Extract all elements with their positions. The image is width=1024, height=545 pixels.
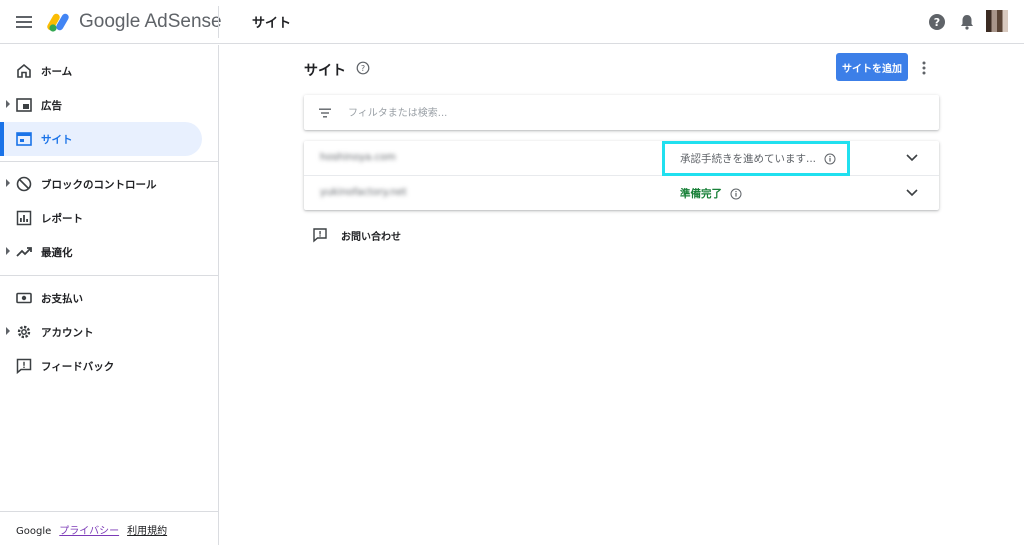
info-icon[interactable] xyxy=(730,188,742,200)
sidebar-item-block-controls[interactable]: ブロックのコントロール xyxy=(0,167,202,201)
status-text: 承認手続きを進めています... xyxy=(680,153,817,165)
gear-icon xyxy=(17,325,31,339)
sidebar-divider xyxy=(0,511,218,512)
site-domain: hoshinoya.com xyxy=(320,152,396,163)
notifications-bell-icon[interactable] xyxy=(958,13,976,31)
sidebar-item-sites[interactable]: サイト xyxy=(0,122,202,156)
page-title: サイト xyxy=(304,63,346,79)
trending-up-icon xyxy=(16,247,32,257)
sidebar-divider xyxy=(0,275,218,276)
site-row[interactable]: hoshinoya.com 承認手続きを進めています... xyxy=(304,141,939,175)
sidebar-item-label: サイト xyxy=(41,134,73,146)
ads-icon xyxy=(16,98,32,112)
sidebar-item-label: ブロックのコントロール xyxy=(41,179,157,191)
sidebar-item-home[interactable]: ホーム xyxy=(0,54,202,88)
header-page-title: サイト xyxy=(252,16,292,31)
site-list: hoshinoya.com 承認手続きを進めています... yukinofact… xyxy=(304,141,939,210)
sidebar-item-label: 最適化 xyxy=(41,247,73,259)
sidebar-item-label: レポート xyxy=(41,213,83,225)
site-domain: yukinofactory.net xyxy=(320,187,407,198)
top-app-bar: Google AdSense サイト ? xyxy=(0,0,1024,44)
expand-caret-icon[interactable] xyxy=(6,179,10,187)
sidebar-item-label: ホーム xyxy=(41,66,73,78)
filter-icon[interactable] xyxy=(317,105,333,121)
block-icon xyxy=(16,176,32,192)
header-divider xyxy=(218,6,219,38)
sidebar-divider xyxy=(0,161,218,162)
filter-bar xyxy=(304,95,939,130)
add-site-button[interactable]: サイトを追加 xyxy=(836,53,908,81)
sidebar-item-label: アカウント xyxy=(41,327,94,339)
privacy-link[interactable]: プライバシー xyxy=(59,526,119,537)
contact-label: お問い合わせ xyxy=(341,231,401,243)
site-row[interactable]: yukinofactory.net 準備完了 xyxy=(304,175,939,209)
sidebar-item-feedback[interactable]: フィードバック xyxy=(0,349,202,383)
home-icon xyxy=(17,63,31,78)
site-status: 準備完了 xyxy=(680,186,742,201)
terms-link[interactable]: 利用規約 xyxy=(127,526,167,537)
brand-name: Google AdSense xyxy=(79,11,222,32)
footer-google: Google xyxy=(16,526,52,537)
sites-icon xyxy=(16,132,32,146)
feedback-icon xyxy=(16,358,32,375)
payments-icon xyxy=(16,292,32,304)
contact-us-link[interactable]: お問い合わせ xyxy=(312,227,401,243)
account-avatar[interactable] xyxy=(986,10,1008,32)
sidebar-item-reports[interactable]: レポート xyxy=(0,201,202,235)
svg-text:?: ? xyxy=(934,16,940,29)
sidebar-item-payments[interactable]: お支払い xyxy=(0,281,202,315)
expand-caret-icon[interactable] xyxy=(6,327,10,335)
chevron-down-icon[interactable] xyxy=(904,151,920,165)
expand-caret-icon[interactable] xyxy=(6,247,10,255)
chevron-down-icon[interactable] xyxy=(904,186,920,200)
adsense-logo-icon xyxy=(47,13,69,32)
reports-icon xyxy=(16,210,32,226)
sidebar-item-label: お支払い xyxy=(41,293,83,305)
help-outline-icon[interactable]: ? xyxy=(356,61,370,75)
sidebar-item-optimization[interactable]: 最適化 xyxy=(0,235,202,269)
sidebar-item-label: 広告 xyxy=(41,100,62,112)
feedback-icon xyxy=(313,228,327,243)
sidebar-nav: ホーム 広告 サイト ブロックのコントロール レポート 最適化 お支払い アカウ… xyxy=(0,45,219,545)
sidebar-footer: Google プライバシー 利用規約 xyxy=(16,522,175,537)
menu-icon[interactable] xyxy=(14,12,34,32)
more-vert-icon[interactable] xyxy=(917,59,931,77)
filter-search-input[interactable] xyxy=(348,103,908,123)
svg-text:?: ? xyxy=(361,64,365,73)
info-icon[interactable] xyxy=(824,153,836,165)
sidebar-item-label: フィードバック xyxy=(41,361,115,373)
status-text: 準備完了 xyxy=(680,188,722,200)
expand-caret-icon[interactable] xyxy=(6,100,10,108)
sidebar-item-ads[interactable]: 広告 xyxy=(0,88,202,122)
site-status: 承認手続きを進めています... xyxy=(680,151,836,166)
help-icon[interactable]: ? xyxy=(928,13,946,31)
sidebar-item-account[interactable]: アカウント xyxy=(0,315,202,349)
